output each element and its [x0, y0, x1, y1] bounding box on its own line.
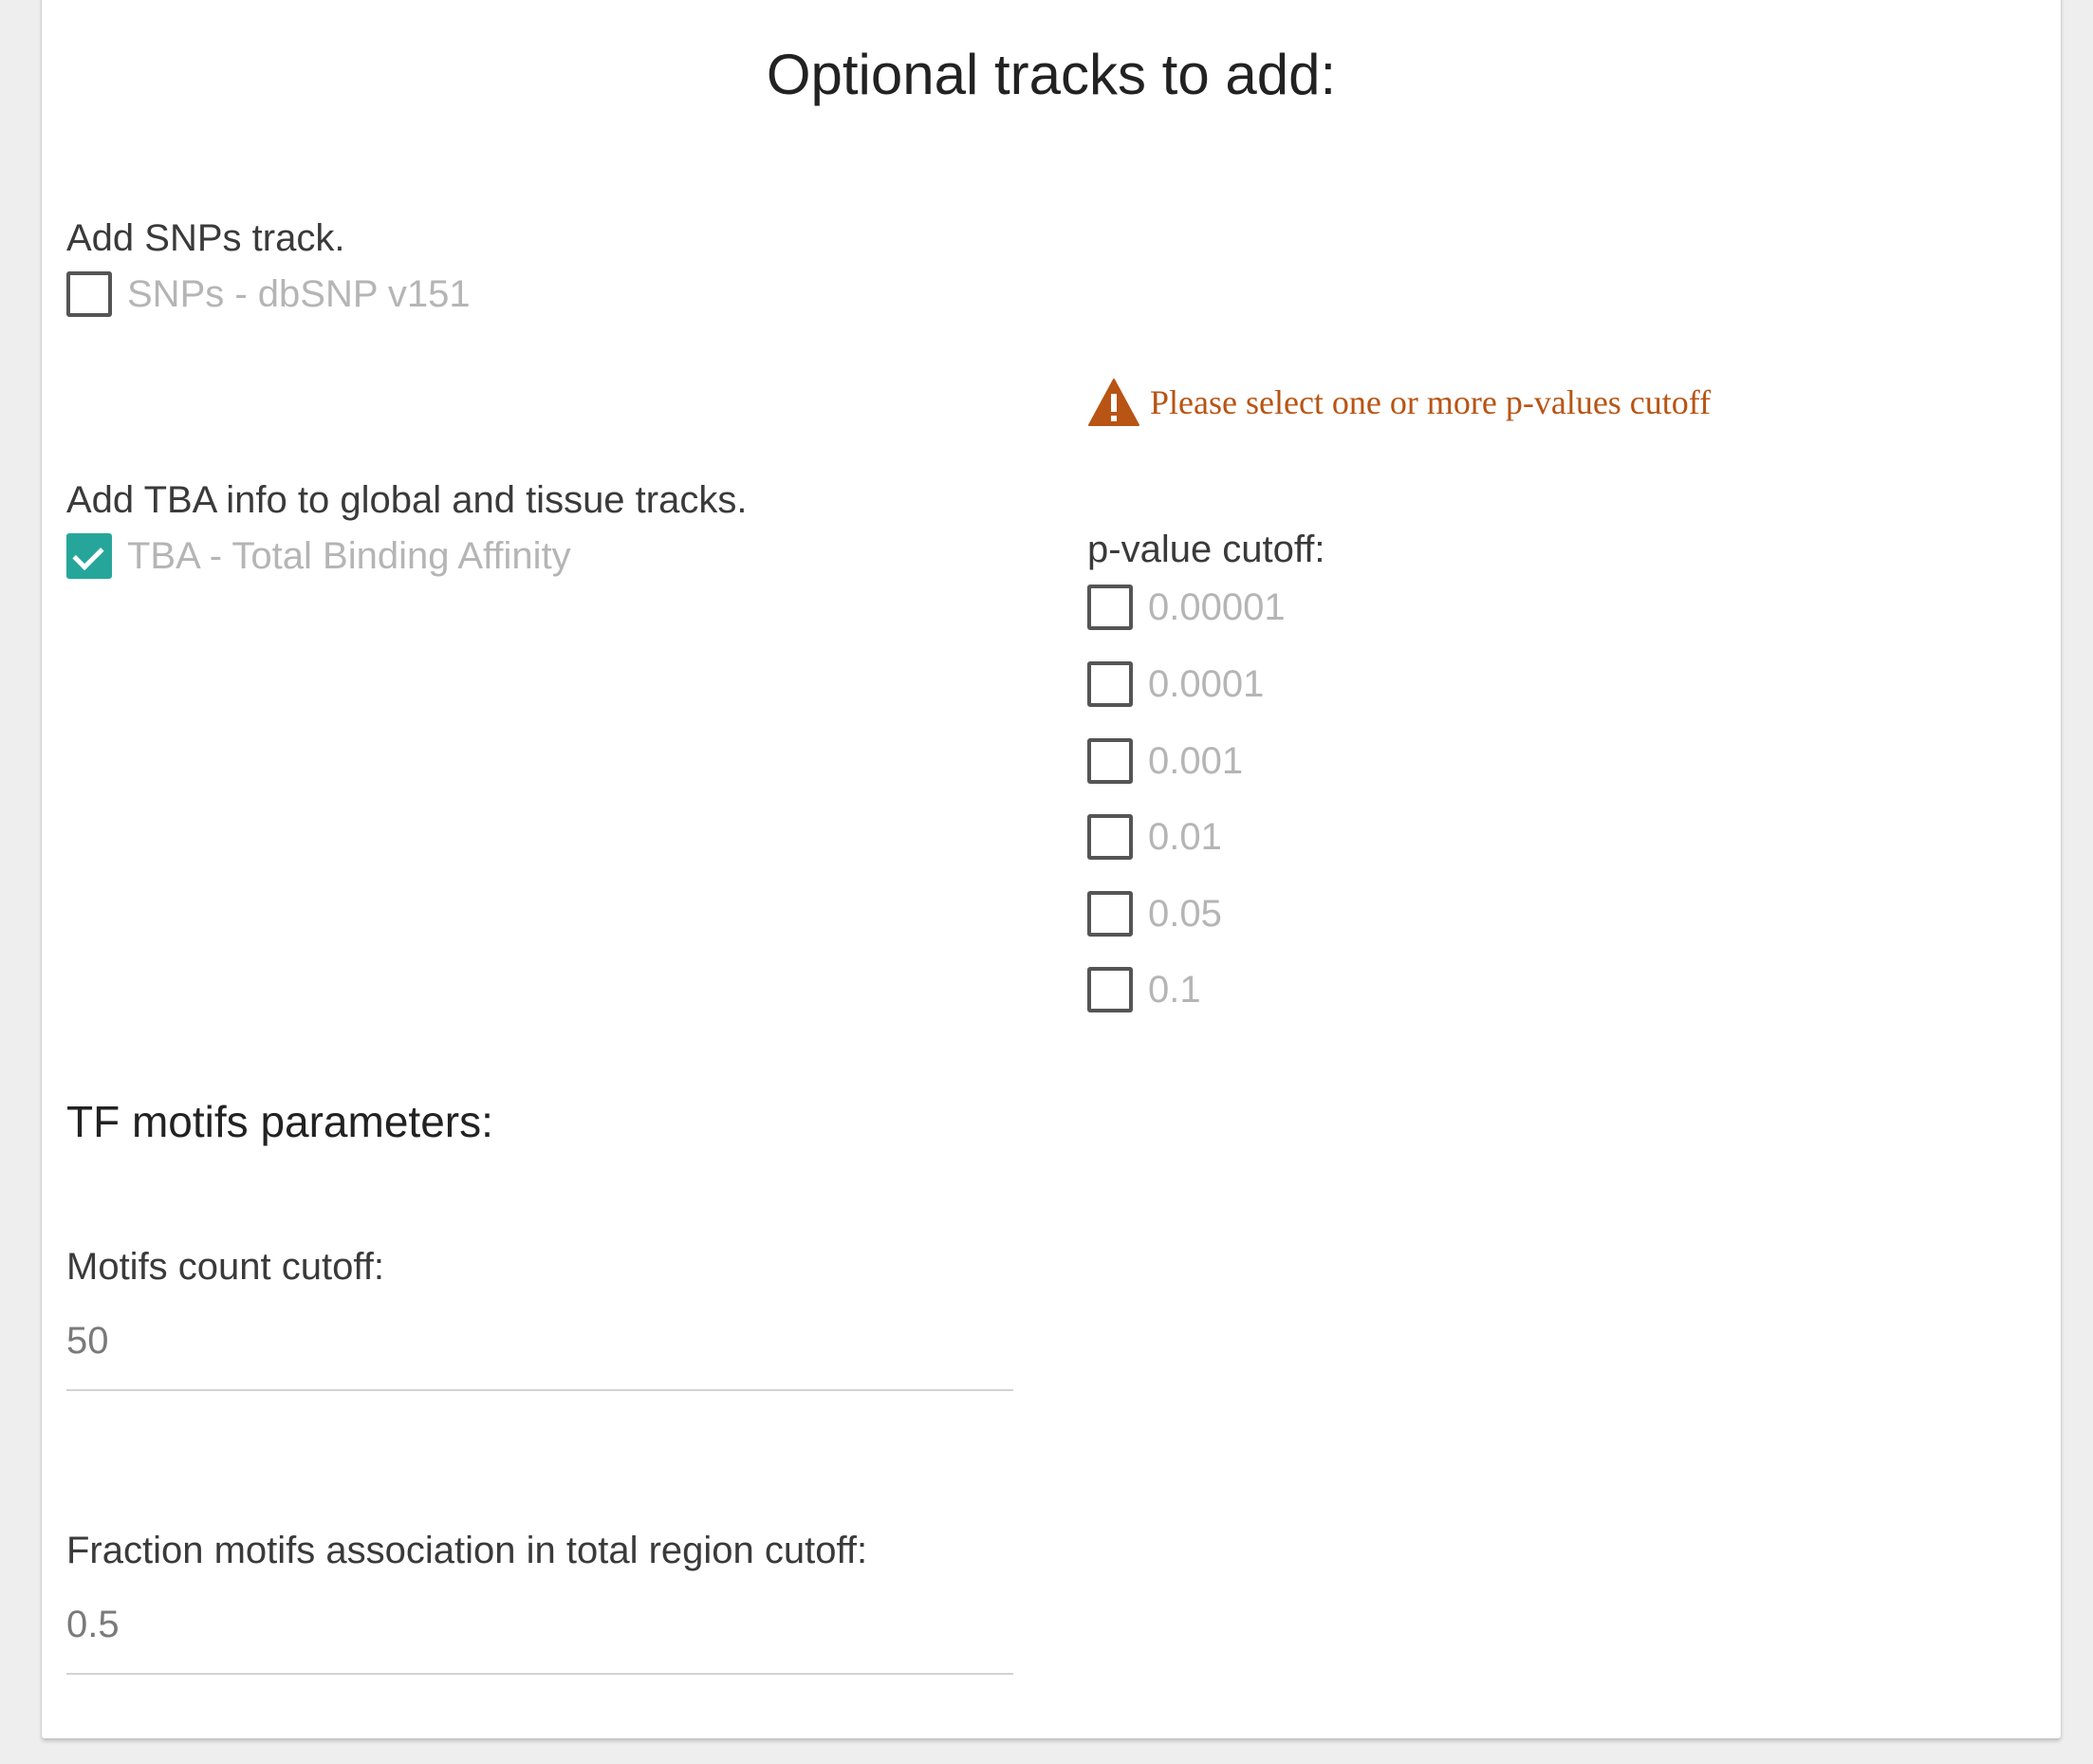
fraction-cutoff-underline — [66, 1673, 1013, 1675]
pvalue-cutoff-label: p-value cutoff: — [1087, 529, 1325, 570]
pvalue-option[interactable]: 0.1 — [1087, 963, 1201, 1016]
tba-option-label[interactable]: TBA - Total Binding Affinity — [127, 532, 571, 580]
optional-tracks-card: Optional tracks to add: Add SNPs track. … — [42, 0, 2061, 1738]
pvalue-checkbox[interactable] — [1087, 891, 1133, 937]
pvalue-option-label[interactable]: 0.00001 — [1148, 584, 1286, 631]
motifs-count-cutoff-underline — [66, 1389, 1013, 1391]
pvalue-option-label[interactable]: 0.05 — [1148, 890, 1222, 938]
page-title: Optional tracks to add: — [766, 43, 1337, 106]
pvalue-option[interactable]: 0.00001 — [1087, 581, 1286, 634]
pvalue-option[interactable]: 0.01 — [1087, 810, 1222, 863]
snps-checkbox-row[interactable]: SNPs - dbSNP v151 — [66, 268, 471, 321]
fraction-cutoff-label: Fraction motifs association in total reg… — [66, 1530, 868, 1571]
pvalue-warning: Please select one or more p-values cutof… — [1087, 374, 1711, 431]
pvalue-checkbox[interactable] — [1087, 661, 1133, 707]
motifs-count-cutoff-label: Motifs count cutoff: — [66, 1246, 384, 1288]
pvalue-option[interactable]: 0.05 — [1087, 887, 1222, 940]
pvalue-option[interactable]: 0.0001 — [1087, 658, 1264, 711]
pvalue-checkbox[interactable] — [1087, 738, 1133, 784]
tba-checkbox[interactable] — [66, 533, 112, 579]
pvalue-option-label[interactable]: 0.0001 — [1148, 660, 1264, 708]
pvalue-checkbox[interactable] — [1087, 585, 1133, 630]
tf-motifs-section-label: TF motifs parameters: — [66, 1097, 493, 1146]
motifs-count-cutoff-input[interactable]: 50 — [66, 1317, 109, 1365]
snps-checkbox[interactable] — [66, 271, 112, 317]
pvalue-option-label[interactable]: 0.1 — [1148, 966, 1201, 1013]
fraction-cutoff-input[interactable]: 0.5 — [66, 1601, 120, 1648]
tba-checkbox-row[interactable]: TBA - Total Binding Affinity — [66, 529, 571, 583]
warning-icon — [1088, 379, 1139, 426]
pvalue-option-label[interactable]: 0.01 — [1148, 813, 1222, 861]
tba-info-label: Add TBA info to global and tissue tracks… — [66, 479, 748, 521]
pvalue-checkbox[interactable] — [1087, 967, 1133, 1012]
pvalue-option[interactable]: 0.001 — [1087, 734, 1243, 788]
pvalue-option-label[interactable]: 0.001 — [1148, 737, 1243, 785]
snps-option-label[interactable]: SNPs - dbSNP v151 — [127, 270, 471, 318]
warning-text: Please select one or more p-values cutof… — [1150, 383, 1712, 421]
pvalue-checkbox[interactable] — [1087, 814, 1133, 860]
snps-track-label: Add SNPs track. — [66, 217, 345, 259]
